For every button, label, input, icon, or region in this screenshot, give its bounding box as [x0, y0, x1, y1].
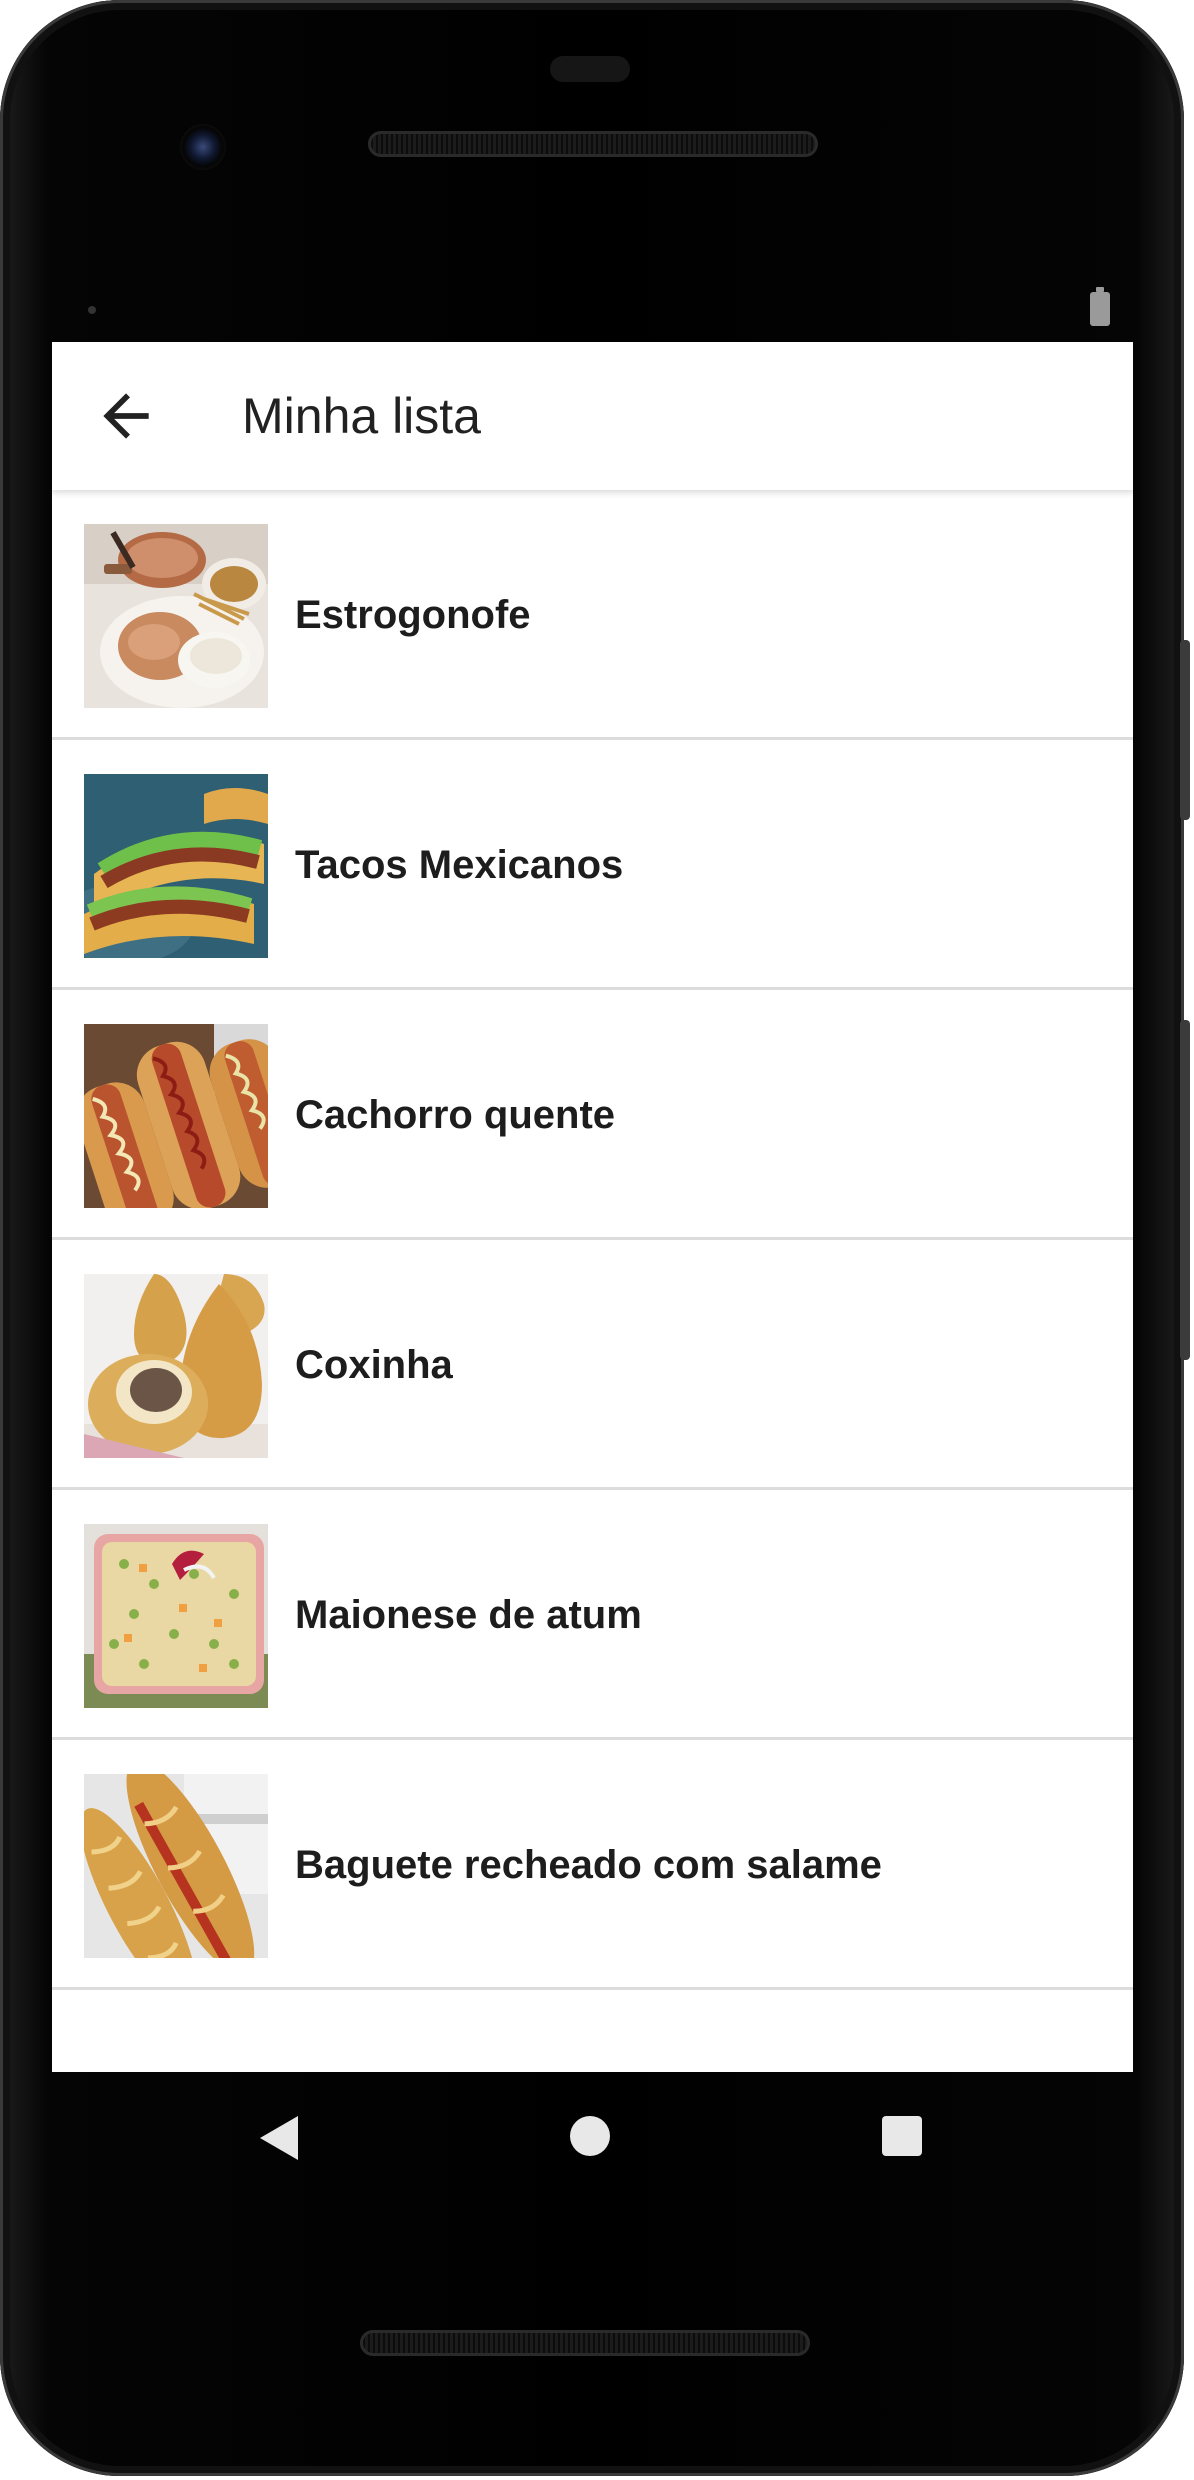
earpiece-speaker: [368, 131, 818, 157]
bottom-speaker: [360, 2330, 810, 2356]
volume-rocker: [1180, 1020, 1190, 1360]
recipe-name: Maionese de atum: [295, 1593, 642, 1637]
arrow-left-icon: [103, 393, 149, 439]
front-camera: [180, 124, 226, 170]
app-screen: Minha lista Estrogonofe Tacos Mexicanos …: [52, 342, 1133, 2072]
list-item[interactable]: Coxinha: [52, 1240, 1133, 1490]
tacos-photo: [84, 774, 268, 958]
list-item[interactable]: Tacos Mexicanos: [52, 740, 1133, 990]
list-item[interactable]: Baguete recheado com salame: [52, 1740, 1133, 1990]
list-item[interactable]: Cachorro quente: [52, 990, 1133, 1240]
battery-icon: [1090, 287, 1110, 326]
recipe-name: Cachorro quente: [295, 1093, 616, 1137]
list-item[interactable]: Estrogonofe: [52, 490, 1133, 740]
triangle-back-icon[interactable]: [254, 2112, 302, 2164]
phone-frame: Minha lista Estrogonofe Tacos Mexicanos …: [0, 0, 1190, 2476]
coxinha-photo: [84, 1274, 268, 1458]
recipe-list: Estrogonofe Tacos Mexicanos Cachorro que…: [52, 490, 1133, 1990]
page-title: Minha lista: [242, 388, 481, 444]
recipe-name: Baguete recheado com salame: [295, 1843, 882, 1887]
system-nav-bar: [52, 2072, 1133, 2202]
app-bar: Minha lista: [52, 342, 1133, 490]
back-button[interactable]: [92, 382, 160, 450]
recipe-name: Estrogonofe: [295, 593, 531, 637]
power-button: [1180, 640, 1190, 820]
status-indicator: [88, 306, 96, 314]
hot-dog-photo: [84, 1024, 268, 1208]
square-recents-icon[interactable]: [882, 2116, 922, 2156]
recipe-name: Tacos Mexicanos: [295, 843, 624, 887]
stroganoff-photo: [84, 524, 268, 708]
tuna-salad-photo: [84, 1524, 268, 1708]
circle-home-icon[interactable]: [570, 2116, 610, 2156]
proximity-sensor: [550, 56, 630, 82]
recipe-name: Coxinha: [295, 1343, 453, 1387]
list-item[interactable]: Maionese de atum: [52, 1490, 1133, 1740]
baguette-photo: [84, 1774, 268, 1958]
